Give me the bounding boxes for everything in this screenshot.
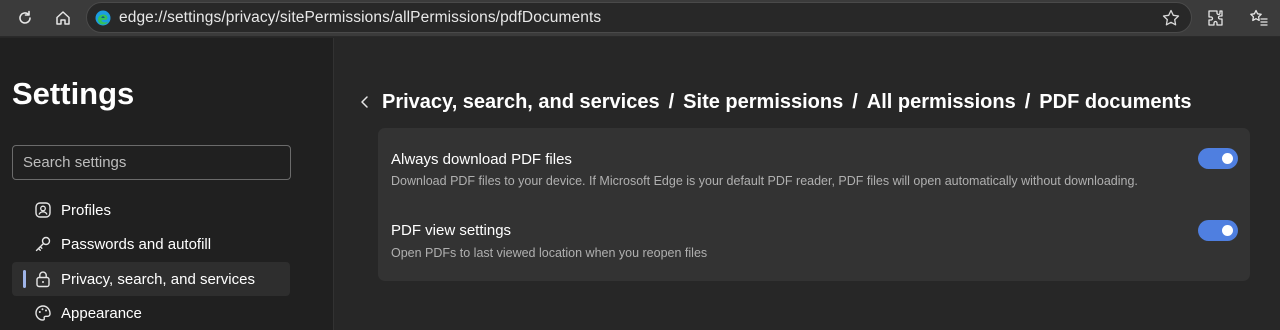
pdf-view-settings-title: PDF view settings xyxy=(391,222,512,239)
back-chevron-icon[interactable] xyxy=(359,95,371,109)
sidebar-item-passwords[interactable]: Passwords and autofill xyxy=(12,227,290,261)
favorites-list-icon[interactable] xyxy=(1247,6,1271,30)
always-download-description: Download PDF files to your device. If Mi… xyxy=(391,174,1138,188)
sidebar-item-label: Privacy, search, and services xyxy=(61,270,255,288)
key-icon xyxy=(34,235,52,253)
settings-title: Settings xyxy=(12,76,135,111)
always-download-toggle[interactable] xyxy=(1198,148,1238,169)
address-text: edge://settings/privacy/sitePermissions/… xyxy=(119,9,602,26)
toggle-knob xyxy=(1222,153,1233,164)
breadcrumb-site-permissions[interactable]: Site permissions xyxy=(683,91,843,113)
sidebar-item-label: Appearance xyxy=(61,304,142,322)
favorite-star-icon[interactable] xyxy=(1161,8,1181,33)
active-indicator xyxy=(23,270,26,288)
breadcrumb-all-permissions[interactable]: All permissions xyxy=(867,91,1016,113)
lock-icon xyxy=(34,270,52,288)
sidebar-item-profiles[interactable]: Profiles xyxy=(12,193,290,227)
breadcrumb: Privacy, search, and services / Site permi… xyxy=(382,91,1192,114)
edge-logo-icon xyxy=(95,10,111,26)
pdf-settings-card: Always download PDF files Download PDF f… xyxy=(378,128,1250,281)
breadcrumb-pdf-documents: PDF documents xyxy=(1039,91,1192,113)
sidebar-item-label: Passwords and autofill xyxy=(61,235,212,253)
pdf-view-settings-toggle[interactable] xyxy=(1198,220,1238,241)
always-download-title: Always download PDF files xyxy=(391,151,572,168)
breadcrumb-separator: / xyxy=(1024,91,1031,113)
sidebar-item-appearance[interactable]: Appearance xyxy=(12,296,290,330)
breadcrumb-separator: / xyxy=(668,91,675,113)
breadcrumb-privacy[interactable]: Privacy, search, and services xyxy=(382,91,660,113)
palette-icon xyxy=(34,304,52,322)
main-content: Privacy, search, and services / Site permi… xyxy=(335,38,1280,330)
search-input[interactable] xyxy=(12,145,291,180)
browser-toolbar: edge://settings/privacy/sitePermissions/… xyxy=(0,0,1280,37)
refresh-icon[interactable] xyxy=(13,6,37,30)
home-icon[interactable] xyxy=(51,6,75,30)
breadcrumb-separator: / xyxy=(852,91,858,113)
sidebar-item-privacy[interactable]: Privacy, search, and services xyxy=(12,262,290,296)
toggle-knob xyxy=(1222,225,1233,236)
settings-sidebar: Settings Profiles Passwords and autofill… xyxy=(0,38,334,330)
pdf-view-settings-description: Open PDFs to last viewed location when y… xyxy=(391,246,708,260)
profile-icon xyxy=(34,201,52,219)
extensions-icon[interactable] xyxy=(1204,6,1228,30)
sidebar-item-label: Profiles xyxy=(61,201,112,219)
address-bar[interactable]: edge://settings/privacy/sitePermissions/… xyxy=(86,2,1192,33)
